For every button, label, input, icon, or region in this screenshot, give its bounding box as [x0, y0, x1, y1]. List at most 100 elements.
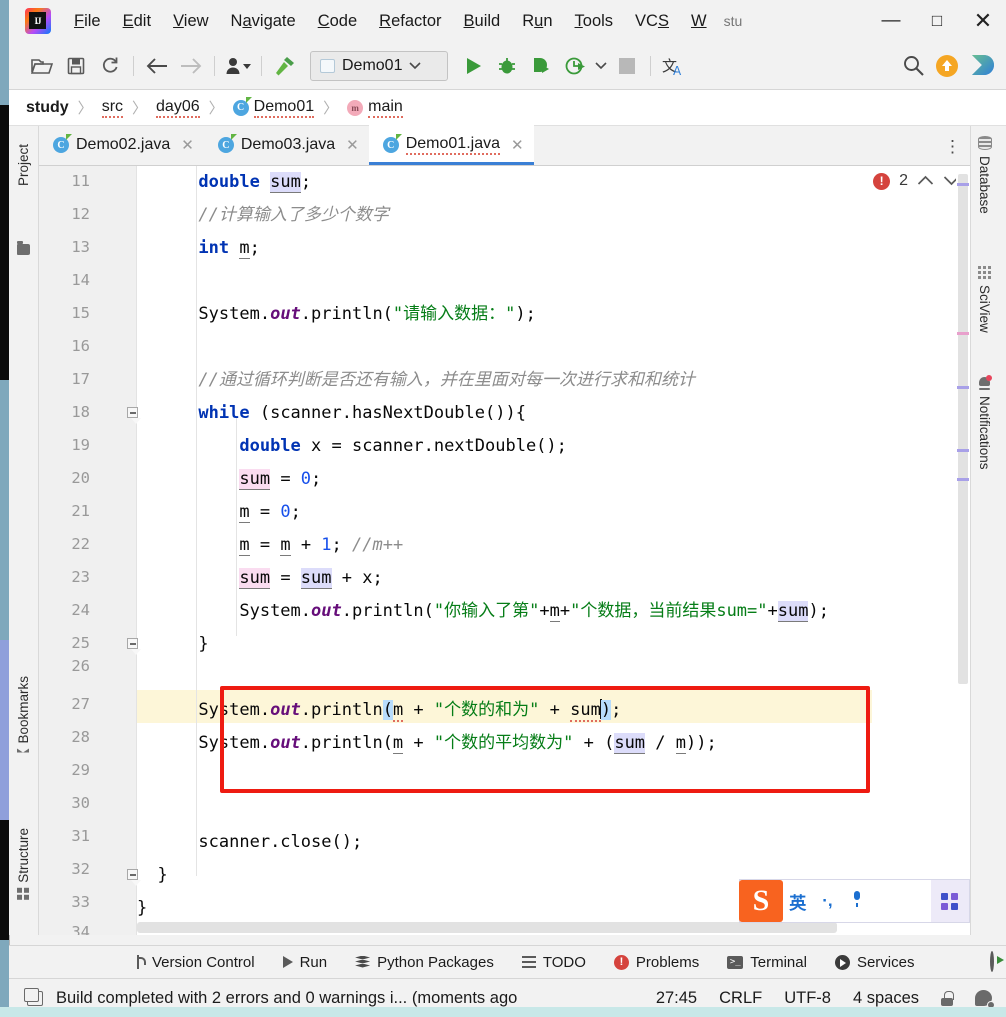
ime-mode-label[interactable]: 英	[783, 889, 813, 914]
tool-window-terminal[interactable]: >_ Terminal	[713, 954, 821, 971]
line-number: 23	[71, 568, 90, 586]
menu-refactor[interactable]: Refactor	[368, 12, 452, 31]
menu-code[interactable]: Code	[307, 12, 368, 31]
scrollbar-thumb[interactable]	[958, 174, 968, 684]
sidebar-item-sciview[interactable]: SciView	[977, 266, 992, 333]
help-settings-icon[interactable]	[975, 990, 995, 1009]
breadcrumb-item-src[interactable]: src	[101, 98, 124, 118]
menu-file[interactable]: File	[63, 12, 112, 31]
run-config-label: Demo01	[342, 56, 403, 74]
menu-view[interactable]: View	[162, 12, 219, 31]
sidebar-item-structure[interactable]: Structure	[16, 828, 31, 900]
tool-window-python-packages[interactable]: Python Packages	[341, 954, 508, 971]
tab-demo02[interactable]: C Demo02.java ✕	[39, 125, 204, 165]
sogou-logo-icon[interactable]: S	[739, 880, 783, 922]
code-line-20: sum = 0;	[239, 469, 322, 490]
line-number: 28	[71, 728, 90, 746]
code-editor[interactable]: 11 12 13 14 15 16 17 18 19 20 21 22 23 2…	[39, 166, 970, 935]
code-text[interactable]: double sum; //计算输入了多少个数字 int m; System.o…	[137, 166, 970, 935]
tool-window-services[interactable]: Services	[821, 954, 929, 971]
profiler-icon[interactable]	[558, 49, 592, 83]
indent-setting[interactable]: 4 spaces	[853, 989, 919, 1008]
tab-demo03[interactable]: C Demo03.java ✕	[204, 125, 369, 165]
line-number: 14	[71, 271, 90, 289]
menu-vcs[interactable]: VCS	[624, 12, 680, 31]
tab-overflow-menu[interactable]: ⋮	[944, 137, 962, 157]
marker-write[interactable]	[957, 332, 969, 335]
arrow-left-icon[interactable]	[140, 49, 174, 83]
marker-usage-2[interactable]	[957, 386, 969, 389]
translate-icon[interactable]: 文A	[657, 49, 691, 83]
close-icon[interactable]: ✕	[181, 136, 194, 154]
bookmark-icon	[17, 748, 30, 753]
ime-punctuation-toggle[interactable]: ·,	[813, 891, 843, 911]
inspection-widget[interactable]: ! 2	[873, 172, 960, 190]
tool-window-todo[interactable]: TODO	[508, 954, 600, 971]
run-config-icon	[320, 58, 335, 73]
caret-position[interactable]: 27:45	[656, 989, 697, 1008]
marker-usage[interactable]	[957, 183, 969, 186]
run-with-coverage-icon[interactable]	[524, 49, 558, 83]
apps-icon[interactable]	[930, 880, 969, 922]
build-status-icon[interactable]	[24, 987, 43, 1006]
breadcrumb-item-main[interactable]: m main	[347, 98, 403, 118]
minimize-button[interactable]: —	[868, 0, 914, 42]
menu-window[interactable]: W	[680, 12, 718, 31]
sidebar-item-bookmarks[interactable]: Bookmarks	[16, 676, 31, 753]
breadcrumb-item-study[interactable]: study	[26, 99, 69, 117]
prev-problem-icon[interactable]	[917, 173, 934, 190]
tool-window-version-control[interactable]: Version Control	[119, 954, 269, 971]
marker-scrollbar[interactable]	[956, 166, 970, 935]
folder-open-icon[interactable]	[25, 49, 59, 83]
user-icon[interactable]	[221, 49, 255, 83]
menu-run[interactable]: Run	[511, 12, 563, 31]
menu-build[interactable]: Build	[453, 12, 512, 31]
line-number: 11	[71, 172, 90, 190]
debug-icon[interactable]	[490, 49, 524, 83]
read-only-lock-icon[interactable]	[941, 990, 954, 1006]
breadcrumb-item-day06[interactable]: day06	[156, 98, 200, 118]
close-button[interactable]: ✕	[960, 0, 1006, 42]
close-icon-3[interactable]: ✕	[511, 136, 524, 154]
save-icon[interactable]	[59, 49, 93, 83]
file-encoding[interactable]: UTF-8	[784, 989, 831, 1008]
status-message[interactable]: Build completed with 2 errors and 0 warn…	[56, 989, 517, 1008]
tool-window-problems[interactable]: ! Problems	[600, 954, 713, 971]
menu-tools[interactable]: Tools	[564, 12, 625, 31]
sogou-input-method-bar[interactable]: S 英 ·,	[739, 879, 970, 923]
sidebar-item-database[interactable]: Database	[977, 136, 992, 214]
search-everywhere-icon[interactable]	[896, 49, 930, 83]
services-icon	[834, 954, 850, 970]
run-configuration-selector[interactable]: Demo01	[310, 50, 448, 81]
maximize-button[interactable]: □	[914, 0, 960, 42]
line-number: 25	[71, 634, 90, 652]
close-icon-2[interactable]: ✕	[346, 136, 359, 154]
marker-usage-4[interactable]	[957, 478, 969, 481]
hammer-icon[interactable]	[268, 49, 302, 83]
editor-gutter[interactable]: 11 12 13 14 15 16 17 18 19 20 21 22 23 2…	[39, 166, 141, 935]
tool-window-run[interactable]: Run	[269, 954, 342, 971]
line-number: 32	[71, 860, 90, 878]
ide-assistant-icon[interactable]	[964, 49, 998, 83]
sidebar-item-project[interactable]: Project	[16, 144, 31, 186]
horizontal-scrollbar[interactable]	[137, 922, 837, 933]
code-line-13: int m;	[198, 238, 260, 259]
line-number: 15	[71, 304, 90, 322]
update-icon[interactable]	[930, 49, 964, 83]
menu-navigate[interactable]: Navigate	[220, 12, 307, 31]
editor-tab-bar: C Demo02.java ✕ C Demo03.java ✕ C Demo01…	[39, 125, 970, 166]
tab-demo01[interactable]: C Demo01.java ✕	[368, 125, 534, 165]
toolbar-divider-3	[261, 55, 262, 76]
sidebar-item-notifications[interactable]: Notifications	[977, 375, 992, 470]
run-icon[interactable]	[456, 49, 490, 83]
microphone-icon[interactable]	[842, 890, 872, 912]
line-number: 34	[71, 923, 90, 935]
line-separator[interactable]: CRLF	[719, 989, 762, 1008]
marker-usage-3[interactable]	[957, 449, 969, 452]
chevron-down-icon-2[interactable]	[592, 49, 610, 83]
refresh-icon[interactable]	[93, 49, 127, 83]
java-class-icon-2: C	[217, 134, 237, 153]
run-dashboard-icon[interactable]	[990, 951, 1006, 972]
breadcrumb-item-demo01[interactable]: C Demo01	[232, 96, 315, 118]
menu-edit[interactable]: Edit	[112, 12, 162, 31]
